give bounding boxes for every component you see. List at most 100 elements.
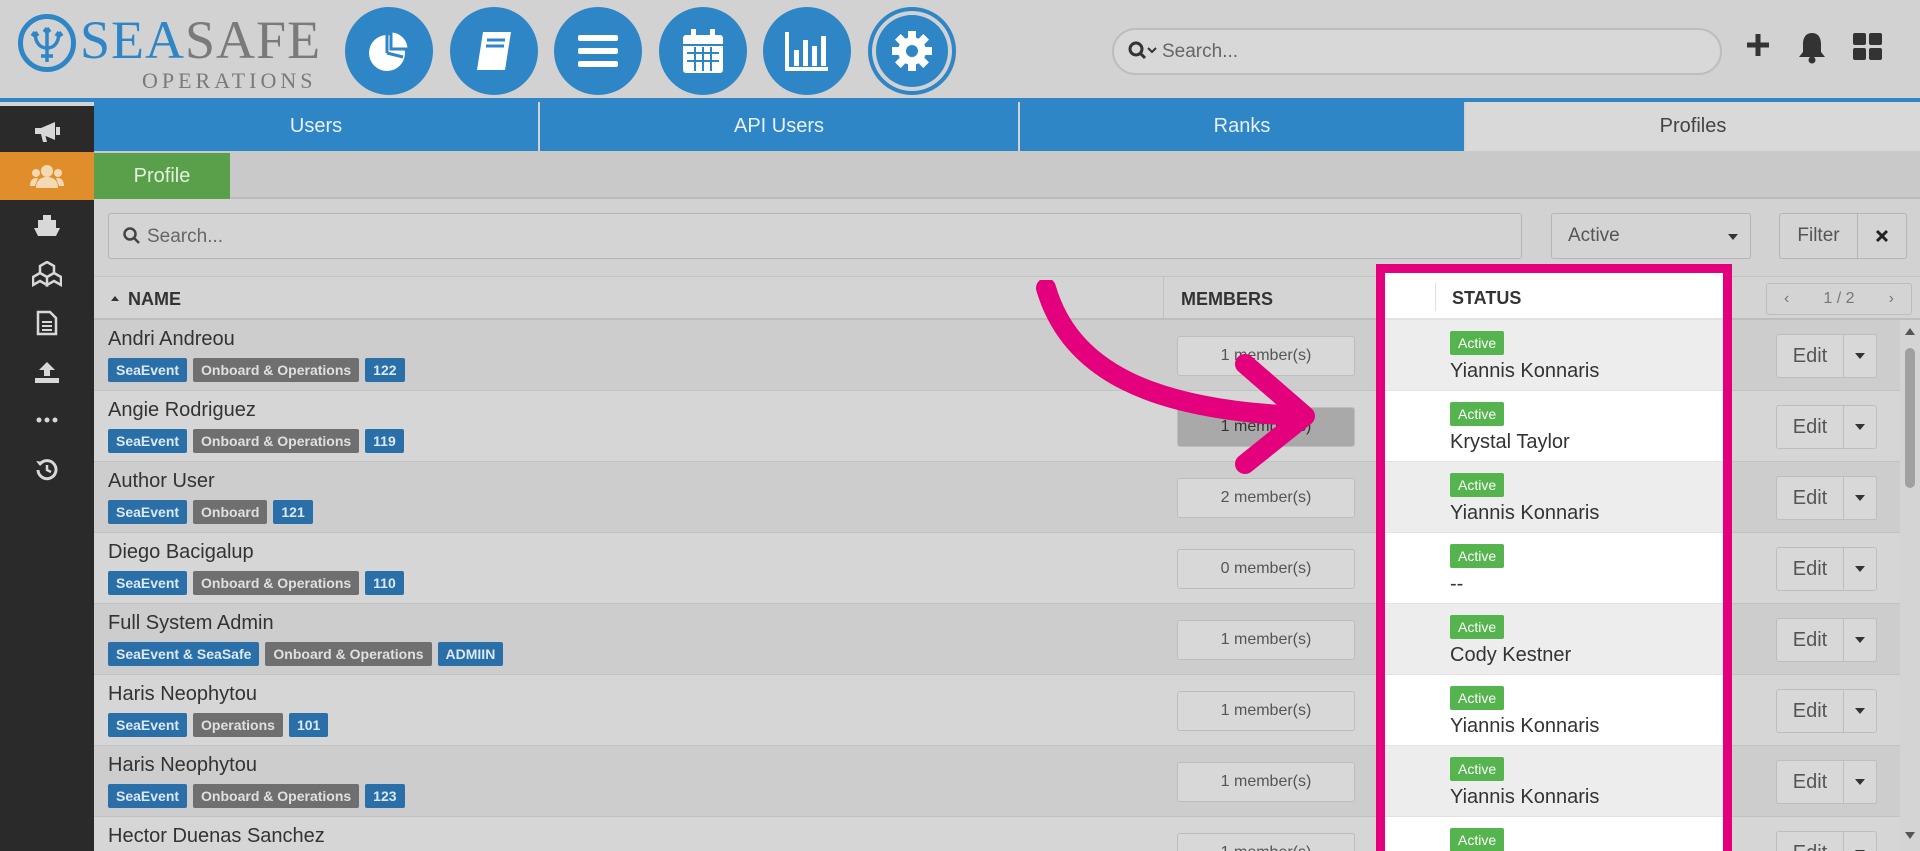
pagination: ‹ 1 / 2 › [1766, 283, 1912, 315]
dashboard-pie-icon[interactable] [345, 7, 433, 95]
edit-dropdown-button[interactable] [1843, 476, 1877, 520]
profile-name[interactable]: Angie Rodriguez [108, 399, 256, 422]
scrollbar-thumb[interactable] [1905, 348, 1915, 488]
edit-dropdown-button[interactable] [1843, 405, 1877, 449]
profile-name[interactable]: Hector Duenas Sanchez [108, 825, 325, 848]
members-button[interactable]: 0 member(s) [1177, 549, 1355, 589]
edit-button[interactable]: Edit [1776, 547, 1844, 591]
edit-button[interactable]: Edit [1776, 831, 1844, 851]
list-search[interactable] [108, 213, 1522, 259]
more-icon[interactable] [0, 396, 94, 444]
ship-icon[interactable] [0, 202, 94, 250]
settings-gear-icon[interactable] [868, 7, 956, 95]
edit-button[interactable]: Edit [1776, 476, 1844, 520]
list-search-input[interactable] [147, 224, 1497, 250]
members-button[interactable]: 1 member(s) [1177, 691, 1355, 731]
cubes-icon[interactable] [0, 250, 94, 298]
notification-bell-icon[interactable] [1797, 30, 1827, 69]
members-button[interactable]: 2 member(s) [1177, 478, 1355, 518]
profile-tag: Onboard & Operations [193, 358, 360, 382]
profile-tags: SeaEvent Onboard & Operations 122 [108, 358, 405, 382]
profile-name[interactable]: Haris Neophytou [108, 683, 257, 706]
edit-dropdown-button[interactable] [1843, 689, 1877, 733]
subtab-profile[interactable]: Profile [94, 153, 230, 199]
tab-ranks[interactable]: Ranks [1020, 102, 1466, 151]
edit-button[interactable]: Edit [1776, 405, 1844, 449]
book-icon[interactable] [450, 7, 538, 95]
scroll-up-icon[interactable] [1905, 328, 1915, 335]
chevron-down-icon [1855, 495, 1865, 501]
edit-dropdown-button[interactable] [1843, 831, 1877, 851]
edit-button[interactable]: Edit [1776, 689, 1844, 733]
bar-chart-icon[interactable] [763, 7, 851, 95]
history-icon[interactable] [0, 446, 94, 494]
profile-name[interactable]: Diego Bacigalup [108, 541, 254, 564]
profile-name[interactable]: Haris Neophytou [108, 754, 257, 777]
profile-tag: SeaEvent [108, 358, 188, 382]
profile-tag: 123 [365, 784, 405, 808]
profile-tag: 122 [365, 358, 405, 382]
profile-tag: 101 [288, 713, 329, 737]
profile-tag: 119 [365, 429, 404, 453]
profile-tags: SeaEvent Onboard 121 [108, 500, 313, 524]
apps-grid-icon[interactable] [1853, 33, 1883, 66]
chevron-down-icon [1855, 566, 1865, 572]
profile-name[interactable]: Andri Andreou [108, 328, 235, 351]
profile-tag: Onboard & Operations [193, 429, 360, 453]
profile-tag: SeaEvent [108, 784, 188, 808]
search-icon [1128, 41, 1158, 66]
profile-tag: SeaEvent [108, 713, 188, 737]
profile-tags: SeaEvent & SeaSafe Onboard & Operations AD… [108, 642, 504, 666]
scroll-down-icon[interactable] [1905, 832, 1915, 839]
next-page-button[interactable]: › [1889, 290, 1894, 308]
prev-page-button[interactable]: ‹ [1784, 290, 1789, 308]
document-icon[interactable] [0, 299, 94, 347]
profile-tags: SeaEvent Onboard & Operations 123 [108, 784, 405, 808]
profile-name[interactable]: Full System Admin [108, 612, 274, 635]
edit-button[interactable]: Edit [1776, 760, 1844, 804]
profile-tags: SeaEvent Onboard & Operations 110 [108, 571, 404, 595]
status-filter-select[interactable]: Active [1551, 213, 1751, 259]
edit-button[interactable]: Edit [1776, 618, 1844, 662]
profile-tag: SeaEvent [108, 571, 188, 595]
close-icon [1875, 229, 1889, 243]
edit-button[interactable]: Edit [1776, 334, 1844, 378]
tab-users[interactable]: Users [94, 102, 540, 151]
edit-dropdown-button[interactable] [1843, 760, 1877, 804]
seasafe-logo[interactable]: SEASAFE OPERATIONS [18, 10, 320, 93]
clear-filter-button[interactable] [1857, 213, 1907, 259]
logo-subtitle: OPERATIONS [142, 68, 317, 93]
edit-dropdown-button[interactable] [1843, 618, 1877, 662]
add-plus-icon[interactable] [1745, 32, 1771, 63]
global-search-input[interactable] [1162, 38, 1702, 66]
profile-tags: SeaEvent Onboard & Operations 119 [108, 429, 404, 453]
profile-tag: SeaEvent [108, 500, 188, 524]
menu-list-icon[interactable] [554, 7, 642, 95]
sort-asc-icon [111, 296, 119, 301]
page-indicator: 1 / 2 [1823, 290, 1855, 307]
users-icon[interactable] [0, 152, 94, 200]
upload-icon[interactable] [0, 348, 94, 396]
global-search[interactable] [1112, 28, 1722, 75]
profile-tags: SeaEvent Operations 101 [108, 713, 329, 737]
tab-profiles[interactable]: Profiles [1466, 102, 1920, 151]
highlight-box [1376, 264, 1732, 851]
megaphone-icon[interactable] [0, 108, 94, 156]
search-icon [123, 227, 141, 250]
edit-dropdown-button[interactable] [1843, 547, 1877, 591]
profile-name[interactable]: Author User [108, 470, 215, 493]
members-button[interactable]: 1 member(s) [1177, 833, 1355, 851]
table-scrollbar[interactable] [1900, 320, 1920, 851]
calendar-icon[interactable] [659, 7, 747, 95]
members-button[interactable]: 1 member(s) [1177, 620, 1355, 660]
profile-tag: 110 [365, 571, 404, 595]
column-name-header[interactable]: NAME [128, 289, 181, 310]
profile-tag: Operations [193, 713, 283, 737]
profile-tag: SeaEvent [108, 429, 188, 453]
tab-api-users[interactable]: API Users [540, 102, 1020, 151]
edit-dropdown-button[interactable] [1843, 334, 1877, 378]
chevron-down-icon [1855, 637, 1865, 643]
members-button[interactable]: 1 member(s) [1177, 762, 1355, 802]
profile-tag: Onboard & Operations [193, 571, 360, 595]
filter-button[interactable]: Filter [1779, 213, 1858, 259]
